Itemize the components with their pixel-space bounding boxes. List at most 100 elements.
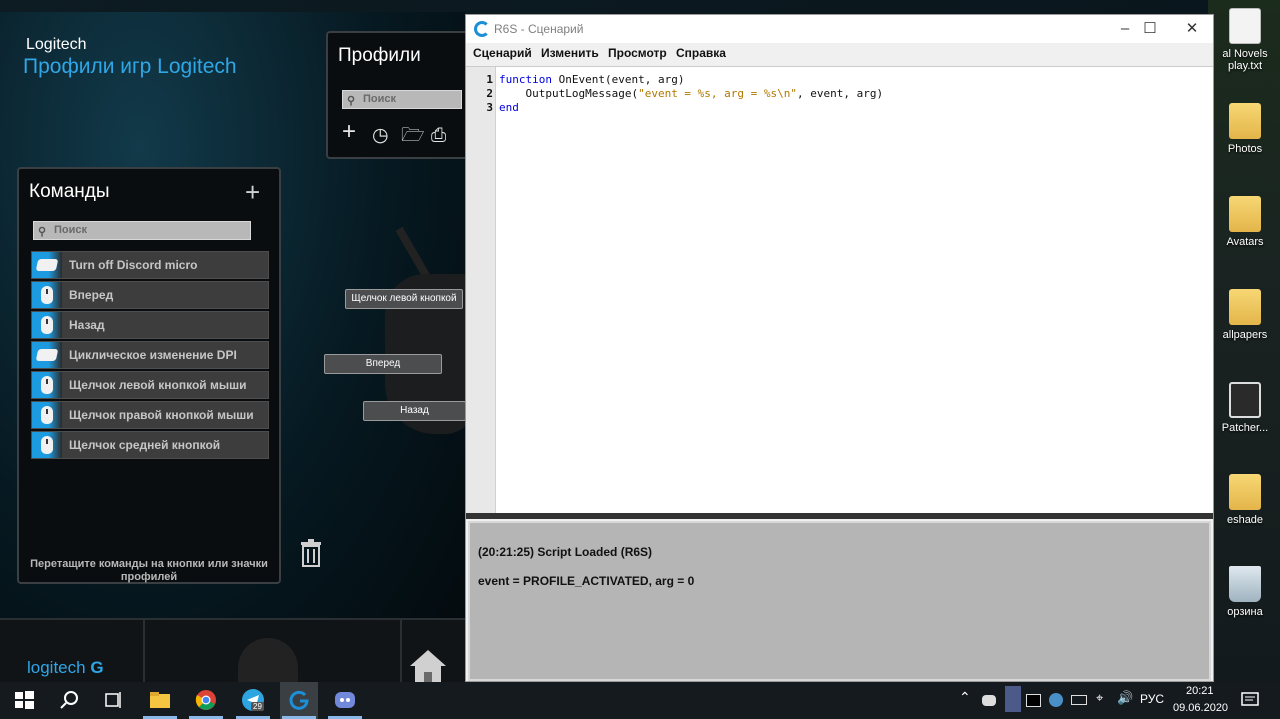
logitech-brand: Logitech: [26, 36, 87, 53]
output-line: (20:21:25) Script Loaded (R6S): [478, 545, 653, 559]
search-icon[interactable]: [57, 688, 81, 712]
pen-tray-icon[interactable]: [1005, 686, 1021, 712]
code-line: OutputLogMessage("event = %s, arg = %s\n…: [499, 87, 884, 100]
footer-divider: [400, 620, 402, 684]
wifi-icon[interactable]: ⌖: [1096, 690, 1103, 706]
clock-time[interactable]: 20:21: [1186, 685, 1214, 697]
menu-script[interactable]: Сценарий: [473, 46, 532, 60]
profiles-search-input[interactable]: ⚲ Поиск: [342, 90, 462, 109]
print-icon[interactable]: ⎙: [431, 126, 446, 145]
output-log: (20:21:25) Script Loaded (R6S) event = P…: [468, 521, 1211, 681]
desktop-icon-patcher[interactable]: Patcher...: [1210, 382, 1280, 434]
add-command-button[interactable]: +: [245, 177, 260, 208]
recycle-bin-icon: [1229, 566, 1261, 602]
device-mouse-thumbnail[interactable]: [238, 638, 298, 684]
mouse-icon: [32, 282, 62, 308]
windows-start-icon[interactable]: [12, 688, 36, 712]
code-line: function OnEvent(event, arg): [499, 73, 685, 86]
editor-title: R6S - Сценарий: [494, 22, 584, 36]
mouse-icon: [32, 312, 62, 338]
task-view-icon[interactable]: [101, 688, 125, 712]
home-icon[interactable]: [408, 646, 448, 684]
desktop-icon-avatars[interactable]: Avatars: [1210, 196, 1280, 248]
telegram-icon[interactable]: 29: [241, 688, 265, 712]
search-icon: ⚲: [347, 95, 356, 107]
trash-icon[interactable]: [300, 539, 322, 567]
folder-icon: [1229, 289, 1261, 325]
line-number: 2: [486, 87, 493, 100]
unity-icon: [1229, 382, 1261, 418]
logitech-g-icon: [474, 21, 490, 37]
desktop-icon-photos[interactable]: Photos: [1210, 103, 1280, 155]
file-explorer-icon[interactable]: [148, 688, 172, 712]
pane-splitter[interactable]: [466, 513, 1213, 519]
drag-hint: Перетащите команды на кнопки или значки …: [30, 558, 268, 583]
maximize-button[interactable]: ☐: [1127, 17, 1173, 41]
desktop-icon-recycle-bin[interactable]: орзина: [1210, 566, 1280, 618]
command-item[interactable]: Назад: [31, 311, 269, 339]
line-number: 1: [486, 73, 493, 86]
code-editor[interactable]: 1 2 3 function OnEvent(event, arg) Outpu…: [466, 66, 1213, 514]
desktop-icon-novels[interactable]: al Novels play.txt: [1210, 8, 1280, 72]
volume-icon[interactable]: 🔊: [1117, 690, 1133, 706]
command-item[interactable]: Циклическое изменение DPI: [31, 341, 269, 369]
chevron-up-icon[interactable]: ⌃: [959, 689, 971, 706]
add-profile-icon[interactable]: +: [342, 120, 356, 144]
menu-view[interactable]: Просмотр: [608, 46, 667, 60]
command-item[interactable]: Turn off Discord micro: [31, 251, 269, 279]
mouse-icon: [32, 432, 62, 458]
mouse-icon: [32, 402, 62, 428]
footer-divider: [143, 620, 145, 684]
command-item[interactable]: Щелчок правой кнопкой мыши: [31, 401, 269, 429]
mouse-icon: [32, 372, 62, 398]
search-icon: ⚲: [38, 226, 47, 238]
callout-left-click[interactable]: Щелчок левой кнопкой: [345, 289, 463, 309]
folder-icon: [1229, 196, 1261, 232]
nvidia-tray-icon[interactable]: [1026, 694, 1041, 707]
profiles-panel: Профили ⚲ Поиск + ◷ 🗁 ⎙: [326, 31, 476, 159]
taskbar: 29 ⌃ ⌖ 🔊 РУС 20:21 09.06.2020: [0, 682, 1280, 719]
output-line: event = PROFILE_ACTIVATED, arg = 0: [478, 574, 695, 588]
logitech-footer: logitech G: [0, 618, 466, 684]
line-gutter: 1 2 3: [466, 67, 496, 514]
telegram-badge: 29: [251, 702, 264, 711]
discord-icon[interactable]: [333, 688, 357, 712]
clock-icon[interactable]: ◷: [372, 126, 389, 145]
profiles-title: Профили: [338, 45, 421, 66]
keyboard-icon: [32, 252, 62, 278]
folder-icon: [1229, 474, 1261, 510]
text-file-icon: [1229, 8, 1261, 44]
logitech-window: Logitech Профили игр Logitech Профили ⚲ …: [0, 12, 476, 684]
commands-panel: Команды + ⚲ Поиск Turn off Discord micro…: [17, 167, 281, 584]
menu-help[interactable]: Справка: [676, 46, 726, 60]
command-item[interactable]: Вперед: [31, 281, 269, 309]
command-item[interactable]: Щелчок средней кнопкой: [31, 431, 269, 459]
script-editor-window: R6S - Сценарий – ☐ ✕ Сценарий Изменить П…: [465, 14, 1214, 682]
editor-menubar: Сценарий Изменить Просмотр Справка: [466, 43, 1213, 63]
network-globe-icon[interactable]: [1049, 693, 1063, 707]
chrome-icon[interactable]: [194, 688, 218, 712]
menu-edit[interactable]: Изменить: [541, 46, 599, 60]
keyboard-icon: [32, 342, 62, 368]
desktop-icon-reshade[interactable]: eshade: [1210, 474, 1280, 526]
editor-titlebar: R6S - Сценарий – ☐ ✕: [466, 15, 1213, 43]
code-line: end: [499, 101, 519, 114]
close-button[interactable]: ✕: [1169, 17, 1215, 41]
folder-open-icon[interactable]: 🗁: [401, 126, 425, 145]
clock-date[interactable]: 09.06.2020: [1173, 702, 1228, 714]
commands-title: Команды: [29, 181, 110, 202]
logitech-taskbar-icon[interactable]: [287, 688, 311, 712]
callout-forward[interactable]: Вперед: [324, 354, 442, 374]
desktop-icon-wallpapers[interactable]: allpapers: [1210, 289, 1280, 341]
command-item[interactable]: Щелчок левой кнопкой мыши: [31, 371, 269, 399]
notifications-icon[interactable]: [1240, 690, 1260, 710]
language-indicator[interactable]: РУС: [1140, 692, 1164, 706]
commands-search-input[interactable]: ⚲ Поиск: [33, 221, 251, 240]
folder-icon: [1229, 103, 1261, 139]
logitech-footer-logo: logitech G: [27, 658, 104, 677]
discord-tray-icon[interactable]: [982, 695, 996, 706]
logitech-title: Профили игр Logitech: [23, 55, 237, 78]
battery-icon[interactable]: [1071, 695, 1087, 705]
line-number: 3: [486, 101, 493, 114]
callout-back[interactable]: Назад: [363, 401, 466, 421]
